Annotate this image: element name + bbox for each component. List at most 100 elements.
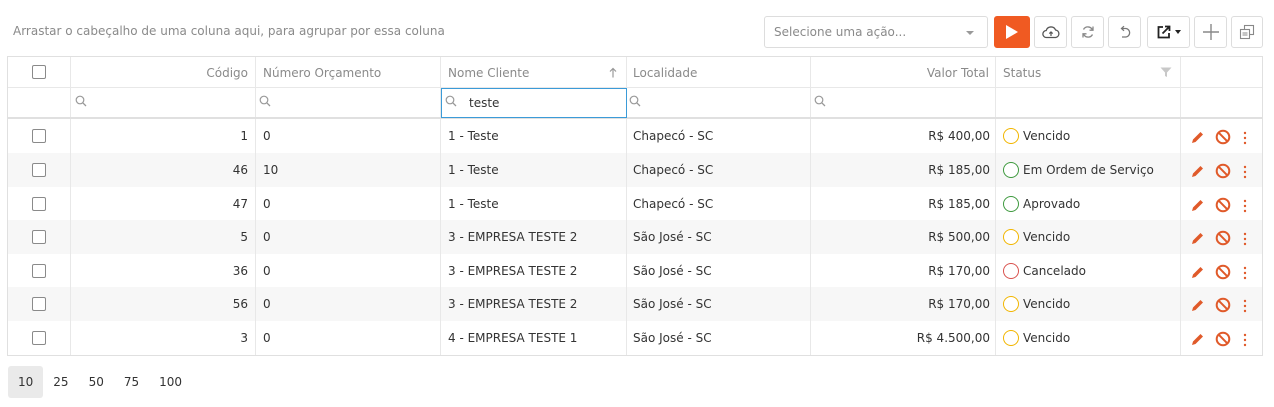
page-size-100[interactable]: 100: [149, 366, 192, 398]
cell-numero-orcamento: 0: [263, 297, 271, 311]
pencil-icon[interactable]: [1190, 130, 1205, 145]
cell-valor-total: R$ 4.500,00: [916, 331, 990, 345]
cell-nome-cliente: 1 - Teste: [448, 163, 499, 177]
cloud-upload-button[interactable]: [1034, 16, 1067, 48]
cell-numero-orcamento: 0: [263, 197, 271, 211]
ban-icon[interactable]: [1215, 264, 1231, 280]
pencil-icon[interactable]: [1190, 231, 1205, 246]
nome-cliente-filter-input[interactable]: teste: [441, 88, 627, 118]
more-vertical-icon[interactable]: [1243, 165, 1247, 179]
more-vertical-icon[interactable]: [1243, 266, 1247, 280]
refresh-icon: [1081, 26, 1094, 38]
cell-nome-cliente: 1 - Teste: [448, 129, 499, 143]
cell-valor-total: R$ 185,00: [928, 197, 990, 211]
cell-status: Aprovado: [1023, 197, 1081, 211]
cell-valor-total: R$ 500,00: [928, 230, 990, 244]
filter-icon[interactable]: [1160, 67, 1172, 78]
header-nome-cliente[interactable]: Nome Cliente: [448, 57, 529, 89]
more-vertical-icon[interactable]: [1243, 199, 1247, 213]
more-vertical-icon[interactable]: [1243, 299, 1247, 313]
plus-icon: [1202, 24, 1219, 40]
refresh-button[interactable]: [1071, 16, 1104, 48]
cloud-upload-icon: [1041, 26, 1059, 39]
page-size-25[interactable]: 25: [43, 366, 78, 398]
group-panel: Arrastar o cabeçalho de uma coluna aqui,…: [13, 24, 445, 38]
cell-codigo: 36: [232, 264, 248, 278]
header-valor-total[interactable]: Valor Total: [810, 57, 989, 89]
pencil-icon[interactable]: [1190, 198, 1205, 213]
action-select[interactable]: Selecione uma ação...: [764, 16, 988, 48]
cell-localidade: São José - SC: [633, 331, 712, 345]
status-circle-icon: [1003, 229, 1019, 245]
data-grid: Código Número Orçamento Nome Cliente Loc…: [7, 56, 1263, 356]
cell-numero-orcamento: 0: [263, 331, 271, 345]
export-icon: [1157, 25, 1171, 39]
more-vertical-icon[interactable]: [1243, 131, 1247, 145]
cell-nome-cliente: 3 - EMPRESA TESTE 2: [448, 230, 578, 244]
header-codigo[interactable]: Código: [70, 57, 248, 89]
pencil-icon[interactable]: [1190, 332, 1205, 347]
status-circle-icon: [1003, 330, 1019, 346]
header-status[interactable]: Status: [1003, 57, 1041, 89]
play-icon: [1006, 25, 1018, 39]
status-circle-icon: [1003, 196, 1019, 212]
pencil-icon[interactable]: [1190, 164, 1205, 179]
more-vertical-icon[interactable]: [1243, 333, 1247, 347]
search-icon: [75, 95, 87, 107]
row-checkbox[interactable]: [32, 197, 46, 211]
row-checkbox[interactable]: [32, 163, 46, 177]
cell-numero-orcamento: 10: [263, 163, 279, 177]
cell-codigo: 46: [232, 163, 248, 177]
export-button[interactable]: [1147, 16, 1190, 48]
ban-icon[interactable]: [1215, 331, 1231, 347]
cell-nome-cliente: 4 - EMPRESA TESTE 1: [448, 331, 578, 345]
select-all-checkbox[interactable]: [32, 65, 46, 79]
header-localidade[interactable]: Localidade: [633, 57, 697, 89]
status-circle-icon: [1003, 296, 1019, 312]
caret-down-icon: [1175, 30, 1181, 34]
cell-localidade: São José - SC: [633, 230, 712, 244]
header-numero-orcamento[interactable]: Número Orçamento: [263, 57, 381, 89]
row-checkbox[interactable]: [32, 129, 46, 143]
ban-icon[interactable]: [1215, 163, 1231, 179]
search-icon: [259, 95, 271, 107]
cell-status: Vencido: [1023, 297, 1071, 311]
status-circle-icon: [1003, 263, 1019, 279]
page-size-75[interactable]: 75: [114, 366, 149, 398]
cell-status: Em Ordem de Serviço: [1023, 163, 1154, 177]
cell-valor-total: R$ 185,00: [928, 163, 990, 177]
chevron-down-icon: [966, 31, 974, 35]
column-chooser-button[interactable]: [1231, 16, 1263, 48]
ban-icon[interactable]: [1215, 197, 1231, 213]
cell-localidade: Chapecó - SC: [633, 129, 714, 143]
page-size-50[interactable]: 50: [79, 366, 114, 398]
undo-button[interactable]: [1108, 16, 1141, 48]
cell-codigo: 47: [232, 197, 248, 211]
ban-icon[interactable]: [1215, 230, 1231, 246]
ban-icon[interactable]: [1215, 297, 1231, 313]
row-checkbox[interactable]: [32, 331, 46, 345]
run-action-button[interactable]: [994, 16, 1030, 48]
cell-status: Cancelado: [1023, 264, 1086, 278]
pencil-icon[interactable]: [1190, 265, 1205, 280]
cell-status: Vencido: [1023, 230, 1071, 244]
cell-valor-total: R$ 400,00: [928, 129, 990, 143]
page-size-10[interactable]: 10: [8, 366, 44, 398]
cell-numero-orcamento: 0: [263, 129, 271, 143]
cell-status: Vencido: [1023, 129, 1071, 143]
cell-codigo: 3: [240, 331, 248, 345]
cell-codigo: 56: [232, 297, 248, 311]
nome-cliente-filter-value: teste: [469, 96, 500, 110]
cell-localidade: São José - SC: [633, 264, 712, 278]
cell-localidade: São José - SC: [633, 297, 712, 311]
ban-icon[interactable]: [1215, 129, 1231, 145]
row-checkbox[interactable]: [32, 297, 46, 311]
pencil-icon[interactable]: [1190, 298, 1205, 313]
more-vertical-icon[interactable]: [1243, 232, 1247, 246]
column-chooser-icon: [1239, 24, 1255, 40]
add-button[interactable]: [1194, 16, 1227, 48]
cell-nome-cliente: 3 - EMPRESA TESTE 2: [448, 297, 578, 311]
row-checkbox[interactable]: [32, 264, 46, 278]
cell-localidade: Chapecó - SC: [633, 163, 714, 177]
row-checkbox[interactable]: [32, 230, 46, 244]
